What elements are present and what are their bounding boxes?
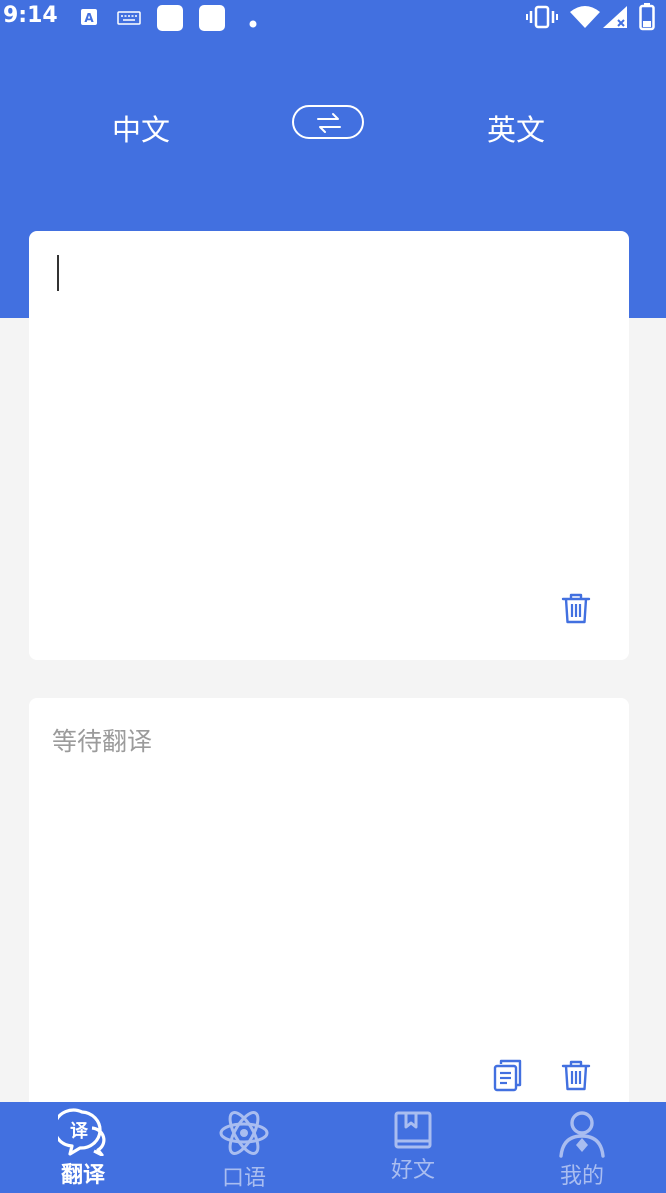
target-language[interactable]: 英文 [487,107,545,149]
svg-text:A: A [84,11,94,25]
clear-output-button[interactable] [559,1058,593,1096]
book-icon [392,1110,434,1156]
tab-label-translate: 翻译 [60,1163,105,1188]
wifi-icon [570,6,600,32]
source-text-input[interactable] [53,251,597,585]
copy-icon [491,1059,525,1096]
tab-speaking[interactable]: 口语 [161,1102,327,1193]
tab-label-articles: 好文 [390,1158,435,1183]
text-caret [57,255,59,291]
copy-translation-button[interactable] [491,1058,525,1096]
a-notification-icon: A [80,8,98,30]
app-square-icon [156,4,184,36]
language-bar: 中文 英文 [0,95,666,155]
status-time: 9:14 [3,3,58,28]
input-card [29,231,629,660]
tab-mine[interactable]: 我的 [499,1102,665,1193]
trash-icon [559,593,593,629]
vibrate-icon [526,5,558,33]
output-card: 等待翻译 [29,698,629,1118]
clear-input-button[interactable] [559,591,593,629]
app-square-icon [198,4,226,36]
atom-icon [218,1108,270,1162]
trash-icon [559,1060,593,1096]
dot-icon [249,13,257,32]
translation-output: 等待翻译 [52,727,153,756]
keyboard-icon [117,10,141,29]
translate-icon: 译 [52,1108,108,1160]
source-language[interactable]: 中文 [112,107,170,149]
tab-translate[interactable]: 译 翻译 [0,1102,166,1193]
battery-icon [639,3,655,35]
bottom-tab-bar: 译 翻译 口语 好文 我的 [0,1102,666,1193]
tab-articles[interactable]: 好文 [330,1102,496,1193]
svg-text:译: 译 [70,1121,89,1142]
status-bar: 9:14 A [0,0,666,36]
tab-label-speaking: 口语 [221,1166,266,1191]
user-icon [557,1108,607,1162]
signal-icon [603,6,627,32]
tab-label-mine: 我的 [559,1164,604,1189]
swap-languages-button[interactable] [292,105,364,139]
